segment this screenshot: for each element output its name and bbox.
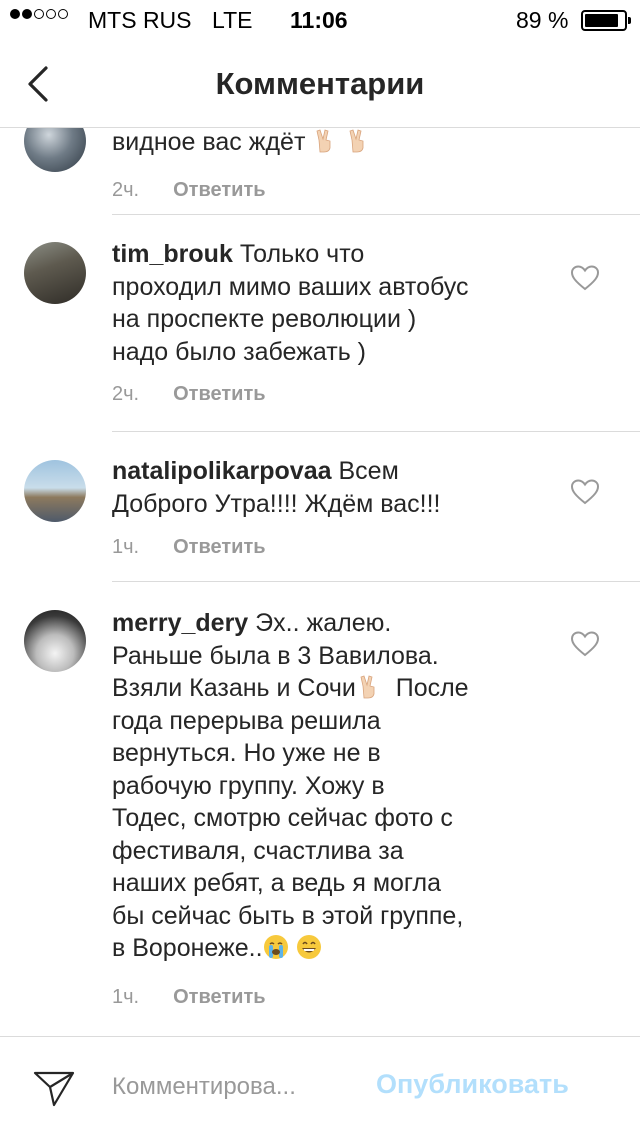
avatar[interactable] [24,460,86,522]
comment-line: После [395,674,469,702]
divider [112,214,640,215]
victory-hand-emoji-icon [360,675,375,699]
battery-percentage: 89 % [516,7,569,33]
like-heart-icon[interactable] [571,265,599,291]
like-heart-icon[interactable] [571,631,599,657]
comment-line: года перерыва решила [112,706,381,735]
avatar[interactable] [24,610,86,672]
comment-meta: 1ч. Ответить [112,536,266,559]
comment-text: tim_brouk Только что проходил мимо ваших… [112,238,532,368]
divider [112,581,640,582]
grinning-face-emoji-icon [296,935,321,959]
comment-username[interactable]: merry_dery [112,609,248,637]
comment-line: Доброго Утра!!!! Ждём вас!!! [112,489,441,518]
comment-line: фестиваля, счастлива за [112,836,404,865]
page-title: Комментарии [215,66,425,101]
crying-face-emoji-icon [263,935,288,959]
comment-text: merry_dery Эх.. жалею. Раньше была в 3 В… [112,607,532,965]
comment-line: рабочую группу. Хожу в [112,771,385,800]
comment-time: 1ч. [112,986,140,1008]
comment-username[interactable]: natalipolikarpovaa [112,457,332,485]
reply-button[interactable]: Ответить [173,383,265,406]
victory-hand-emoji-icon [349,129,364,153]
signal-strength-icon [10,9,68,19]
avatar[interactable] [24,128,86,172]
reply-button[interactable]: Ответить [173,179,265,202]
comment-line: Тодес, смотрю сейчас фото с [112,804,453,832]
comment-line: наших ребят, а ведь я могла [112,869,441,897]
like-heart-icon[interactable] [571,479,599,505]
carrier-name: MTS RUS [88,7,192,33]
publish-button[interactable]: Опубликовать [376,1069,569,1100]
battery-icon [581,10,631,31]
comment-time: 2ч. [112,383,140,405]
comment-text: видное вас ждёт [112,128,532,159]
navigation-bar: Комментарии [0,40,640,128]
comment-line: бы сейчас быть в этой группе, [112,901,464,930]
avatar[interactable] [24,242,86,304]
status-bar: MTS RUS LTE 11:06 89 % [0,0,640,40]
comment-meta: 2ч. Ответить [112,179,266,202]
comment-meta: 2ч. Ответить [112,383,266,406]
network-type: LTE [212,7,253,33]
comment-line: в Воронеже.. [112,934,263,962]
comment-username[interactable]: tim_brouk [112,240,233,268]
comment-line: видное вас ждёт [112,128,306,156]
comment-line: Всем [338,457,399,485]
comment-line: Взяли Казань и Сочи [112,674,356,702]
comment-line: вернуться. Но уже не в [112,739,381,767]
reply-button[interactable]: Ответить [173,536,265,559]
comment-line: Только что [239,240,365,268]
comment-line: Раньше была в 3 Вавилова. [112,641,439,670]
divider [112,431,640,432]
comment-time: 1ч. [112,536,140,558]
comments-list[interactable]: видное вас ждёт 2ч. Ответить tim_brouk Т… [0,128,640,1038]
comment-time: 2ч. [112,179,140,201]
direct-send-icon[interactable] [32,1065,76,1109]
reply-button[interactable]: Ответить [173,986,265,1009]
comment-meta: 1ч. Ответить [112,986,266,1009]
clock: 11:06 [290,7,348,33]
comment-line: Эх.. жалею. [255,609,392,637]
comment-line: проходил мимо ваших автобус [112,272,469,301]
comment-text: natalipolikarpovaa Всем Доброго Утра!!!!… [112,455,532,520]
comment-input[interactable] [112,1067,352,1107]
victory-hand-emoji-icon [316,129,331,153]
comment-line: на проспекте революции ) [112,305,417,333]
comment-composer: Опубликовать [0,1036,640,1137]
comment-line: надо было забежать ) [112,337,367,366]
